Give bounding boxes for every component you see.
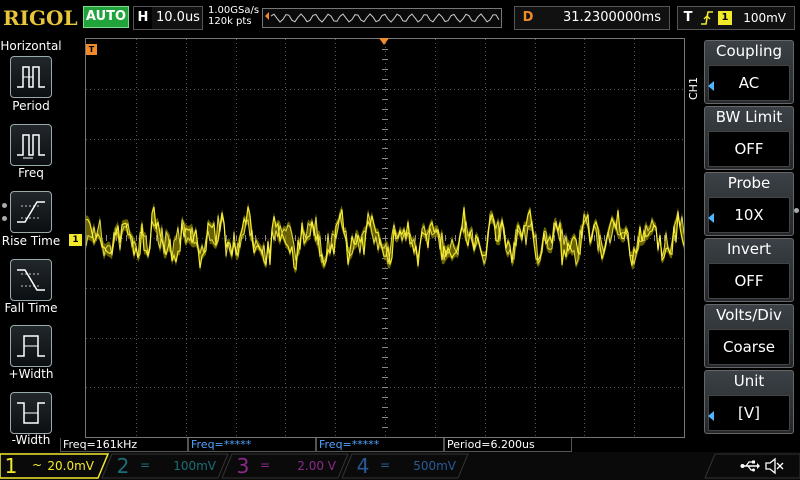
channel-4-coupling: =	[380, 458, 391, 472]
trigger-box[interactable]: T 1 100mV	[677, 6, 795, 30]
trigger-time-marker[interactable]: T	[86, 44, 97, 55]
measure-freq-button[interactable]	[10, 124, 52, 166]
measure-freq-label: Freq	[18, 166, 44, 180]
channel-2-scale: 100mV	[173, 459, 216, 473]
usb-icon	[740, 460, 760, 472]
trigger-level: 100mV	[743, 11, 786, 25]
menu-arrow-icon	[708, 81, 714, 91]
channel-status-bar: 1 ~ 20.0mV 2 = 100mV 3 = 2.00 V 4 = 500m…	[0, 452, 800, 480]
sample-rate: 1.00GSa/s	[208, 5, 260, 16]
measure-negative-width-label: -Width	[11, 433, 51, 447]
trigger-position-marker[interactable]	[379, 38, 389, 45]
measure-panel: Horizontal Period Freq Rise Time Fall Ti…	[0, 38, 62, 452]
horizontal-tag: H	[134, 7, 152, 29]
measurement-freq-3[interactable]: Freq=*****	[316, 438, 444, 452]
volts-div-value: Coarse	[708, 329, 790, 365]
delay-box[interactable]: D 31.2300000ms	[514, 6, 670, 30]
memory-waveform-preview	[265, 12, 500, 23]
fall-time-icon	[17, 269, 45, 291]
probe-menu-button[interactable]: Probe 10X	[704, 172, 794, 236]
channel-4-scale: 500mV	[413, 459, 456, 473]
negative-width-icon	[17, 402, 45, 424]
channel-menu: Coupling AC BW Limit OFF Probe 10X Inver…	[704, 38, 800, 434]
memory-overview-bar	[262, 8, 502, 28]
measure-positive-width-label: +Width	[8, 367, 54, 381]
measure-fall-time-button[interactable]	[10, 259, 52, 301]
trigger-source-badge: 1	[718, 11, 732, 25]
measure-rise-time-label: Rise Time	[1, 234, 61, 248]
memory-depth: 120k pts	[208, 16, 252, 27]
channel-4-number: 4	[356, 454, 370, 478]
brand-logo: RIGOL	[3, 6, 78, 30]
scroll-indicator-dot	[2, 216, 7, 221]
menu-channel-label: CH1	[687, 77, 700, 100]
run-mode-button[interactable]: AUTO	[83, 6, 129, 28]
trigger-tag: T	[683, 10, 693, 25]
acquisition-info: 1.00GSa/s 120k pts	[208, 5, 259, 27]
waveform-display[interactable]	[85, 38, 685, 438]
measure-negative-width-button[interactable]	[10, 392, 52, 434]
volts-div-menu-button[interactable]: Volts/Div Coarse	[704, 304, 794, 368]
channel-4-status[interactable]: 4 = 500mV	[352, 454, 464, 478]
channel-1-number: 1	[4, 454, 18, 478]
sound-mute-icon[interactable]	[764, 457, 784, 475]
channel-1-scale: 20.0mV	[47, 459, 94, 473]
rising-edge-icon	[701, 11, 713, 25]
scroll-indicator-dot	[2, 203, 7, 208]
measurement-period[interactable]: Period=6.200us	[444, 438, 572, 452]
measure-rise-time-button[interactable]	[10, 191, 52, 233]
unit-menu-button[interactable]: Unit [V]	[704, 370, 794, 434]
invert-menu-button[interactable]: Invert OFF	[704, 238, 794, 302]
delay-value: 31.2300000ms	[562, 10, 661, 25]
scroll-indicator-dot	[794, 208, 799, 213]
menu-arrow-icon	[708, 411, 714, 421]
channel-3-status[interactable]: 3 = 2.00 V	[232, 454, 344, 478]
status-bar: RIGOL AUTO H 10.0us 1.00GSa/s 120k pts D…	[0, 0, 800, 38]
channel-2-coupling: =	[140, 458, 151, 472]
freq-icon	[17, 134, 45, 159]
bw-limit-title: BW Limit	[715, 108, 783, 126]
coupling-title: Coupling	[715, 42, 783, 60]
measure-period-label: Period	[12, 99, 50, 113]
coupling-value: AC	[708, 65, 790, 101]
period-icon	[17, 66, 45, 88]
measurement-freq-ch1[interactable]: Freq=161kHz	[60, 438, 188, 452]
unit-value: [V]	[708, 395, 790, 431]
channel-1-status[interactable]: 1 ~ 20.0mV	[0, 454, 104, 478]
channel-3-number: 3	[236, 454, 250, 478]
channel-3-coupling: =	[260, 458, 271, 472]
volts-div-title: Volts/Div	[716, 306, 782, 324]
rise-time-icon	[17, 201, 45, 223]
channel-3-scale: 2.00 V	[297, 459, 336, 473]
channel-1-coupling: ~	[32, 458, 43, 472]
invert-title: Invert	[726, 240, 772, 258]
channel-2-number: 2	[116, 454, 130, 478]
delay-tag: D	[522, 10, 534, 25]
measure-period-button[interactable]	[10, 56, 52, 98]
measure-positive-width-button[interactable]	[10, 325, 52, 367]
measurement-results: Freq=161kHz Freq=***** Freq=***** Period…	[60, 438, 700, 452]
unit-title: Unit	[733, 372, 765, 390]
menu-arrow-icon	[708, 213, 714, 223]
measure-fall-time-label: Fall Time	[4, 301, 58, 315]
bw-limit-menu-button[interactable]: BW Limit OFF	[704, 106, 794, 170]
graticule	[86, 39, 684, 437]
timebase-value: 10.0us	[156, 10, 200, 25]
channel-2-status[interactable]: 2 = 100mV	[112, 454, 224, 478]
horizontal-timebase-box[interactable]: H 10.0us	[133, 6, 203, 30]
coupling-menu-button[interactable]: Coupling AC	[704, 40, 794, 104]
bw-limit-value: OFF	[708, 131, 790, 167]
measure-category-title: Horizontal	[0, 39, 62, 53]
ch1-ground-marker[interactable]: 1	[69, 234, 82, 246]
invert-value: OFF	[708, 263, 790, 299]
measurement-freq-2[interactable]: Freq=*****	[188, 438, 316, 452]
positive-width-icon	[17, 335, 45, 357]
probe-title: Probe	[727, 174, 771, 192]
probe-value: 10X	[708, 197, 790, 233]
